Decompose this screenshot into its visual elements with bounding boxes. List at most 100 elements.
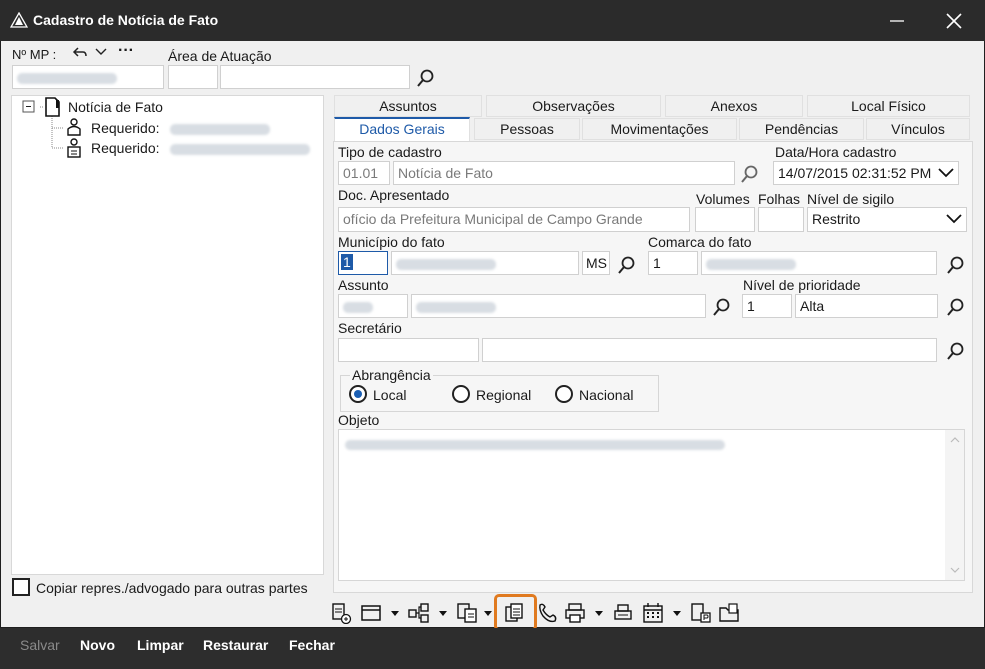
- prioridade-value-input[interactable]: Alta: [795, 294, 938, 318]
- radio-regional-label: Regional: [476, 387, 532, 403]
- objeto-textarea[interactable]: [338, 429, 965, 581]
- objeto-label: Objeto: [338, 412, 380, 428]
- tree-child-value-2: [170, 144, 310, 155]
- tab-pendencias[interactable]: Pendências: [739, 118, 864, 140]
- search-prioridade-icon[interactable]: [946, 297, 966, 317]
- tree-child-label-1[interactable]: Requerido:: [91, 120, 160, 136]
- prioridade-code-input[interactable]: 1: [742, 294, 792, 318]
- folhas-label: Folhas: [758, 191, 801, 207]
- radio-regional[interactable]: [452, 385, 470, 403]
- scroll-down-icon[interactable]: [950, 566, 960, 574]
- search-comarca-icon[interactable]: [946, 255, 966, 275]
- printer-label-icon[interactable]: [612, 602, 634, 624]
- uf-input[interactable]: MS: [582, 251, 610, 275]
- municipio-label: Município do fato: [338, 234, 445, 250]
- limpar-button[interactable]: Limpar: [137, 637, 184, 653]
- scroll-up-icon[interactable]: [950, 436, 960, 444]
- copy-checkbox[interactable]: [12, 578, 30, 596]
- doc-label: Doc. Apresentado: [338, 187, 450, 203]
- doc-input[interactable]: ofício da Prefeitura Municipal de Campo …: [338, 207, 690, 232]
- tab-observacoes[interactable]: Observações: [486, 95, 661, 117]
- area-label: Área de Atuação: [168, 48, 272, 64]
- secretario-name-input[interactable]: [482, 338, 937, 362]
- datahora-picker[interactable]: 14/07/2015 02:31:52 PM: [773, 161, 959, 185]
- tab-movimentacoes[interactable]: Movimentações: [582, 118, 737, 140]
- copy-add-icon[interactable]: [330, 602, 352, 624]
- collapse-icon[interactable]: [22, 100, 36, 114]
- dropdown-arrow-icon[interactable]: [594, 610, 604, 618]
- radio-local-label: Local: [373, 387, 407, 403]
- nmp-input[interactable]: [12, 65, 164, 89]
- window-icon[interactable]: [360, 602, 382, 624]
- dropdown-arrow-icon[interactable]: [438, 610, 448, 618]
- comarca-code-input[interactable]: 1: [648, 251, 698, 275]
- restaurar-button[interactable]: Restaurar: [203, 637, 268, 653]
- search-assunto-icon[interactable]: [712, 297, 732, 317]
- radio-local[interactable]: [349, 385, 367, 403]
- search-municipio-icon[interactable]: [617, 255, 637, 275]
- search-area-icon[interactable]: [416, 68, 436, 88]
- municipio-code-value: 1: [341, 254, 353, 270]
- nmp-label: Nº MP :: [12, 47, 57, 62]
- radio-nacional[interactable]: [555, 385, 573, 403]
- company-person-icon: [67, 138, 81, 158]
- volumes-input[interactable]: [695, 207, 755, 232]
- municipio-name-input[interactable]: [391, 251, 579, 275]
- more-icon[interactable]: ···: [118, 42, 134, 60]
- tab-dados-gerais[interactable]: Dados Gerais: [334, 117, 470, 142]
- document-p-icon[interactable]: [690, 602, 712, 624]
- assunto-name-input[interactable]: [411, 294, 706, 318]
- document-icon: [45, 97, 60, 117]
- print-icon[interactable]: [564, 602, 586, 624]
- comarca-label: Comarca do fato: [648, 234, 752, 250]
- folhas-input[interactable]: [758, 207, 804, 232]
- search-tipo-icon[interactable]: [740, 164, 760, 184]
- radio-nacional-label: Nacional: [579, 387, 634, 403]
- sigilo-label: Nível de sigilo: [807, 191, 895, 207]
- tipo-label: Tipo de cadastro: [338, 144, 442, 160]
- objeto-scrollbar[interactable]: [945, 430, 964, 580]
- tab-anexos[interactable]: Anexos: [665, 95, 803, 117]
- copy-checkbox-label: Copiar repres./advogado para outras part…: [36, 580, 308, 596]
- title-bar: Cadastro de Notícia de Fato: [0, 0, 985, 41]
- comarca-name-input[interactable]: [701, 251, 937, 275]
- secretario-code-input[interactable]: [338, 338, 479, 362]
- datahora-value: 14/07/2015 02:31:52 PM: [778, 165, 932, 181]
- phone-icon[interactable]: [537, 602, 559, 624]
- hierarchy-icon[interactable]: [408, 602, 430, 624]
- calendar-icon[interactable]: [642, 602, 664, 624]
- tree-child-value-1: [170, 124, 270, 135]
- sigilo-value: Restrito: [812, 211, 861, 227]
- dropdown-arrow-icon[interactable]: [390, 610, 400, 618]
- fechar-button[interactable]: Fechar: [289, 637, 335, 653]
- undo-icon[interactable]: [72, 46, 88, 58]
- folder-document-icon[interactable]: [718, 602, 740, 624]
- tipo-code-input[interactable]: 01.01: [338, 161, 390, 185]
- tab-local-fisico[interactable]: Local Físico: [807, 95, 970, 117]
- salvar-button[interactable]: Salvar: [20, 637, 60, 653]
- tree-root-label[interactable]: Notícia de Fato: [68, 99, 163, 115]
- municipio-code-input[interactable]: 1: [338, 251, 388, 275]
- chevron-down-icon[interactable]: [938, 167, 954, 179]
- dropdown-arrow-icon[interactable]: [483, 610, 493, 618]
- chevron-down-icon[interactable]: [946, 213, 962, 225]
- area-name-input[interactable]: [220, 65, 410, 89]
- close-icon[interactable]: [946, 13, 962, 29]
- copy-documents-icon[interactable]: [504, 602, 526, 624]
- tipo-value-input[interactable]: Notícia de Fato: [393, 161, 735, 185]
- tab-assuntos[interactable]: Assuntos: [334, 95, 482, 117]
- dropdown-arrow-icon[interactable]: [672, 610, 682, 618]
- tab-pessoas[interactable]: Pessoas: [474, 118, 580, 140]
- exchange-icon[interactable]: [456, 602, 478, 624]
- tab-vinculos[interactable]: Vínculos: [866, 118, 970, 140]
- window-title: Cadastro de Notícia de Fato: [33, 12, 219, 28]
- sigilo-select[interactable]: Restrito: [807, 207, 967, 232]
- tree-child-label-2[interactable]: Requerido:: [91, 140, 160, 156]
- assunto-code-input[interactable]: [338, 294, 408, 318]
- area-code-input[interactable]: [168, 65, 218, 89]
- chevron-down-icon[interactable]: [95, 47, 107, 57]
- minimize-icon[interactable]: [890, 14, 904, 28]
- person-icon: [67, 118, 81, 136]
- novo-button[interactable]: Novo: [80, 637, 115, 653]
- search-secretario-icon[interactable]: [946, 341, 966, 361]
